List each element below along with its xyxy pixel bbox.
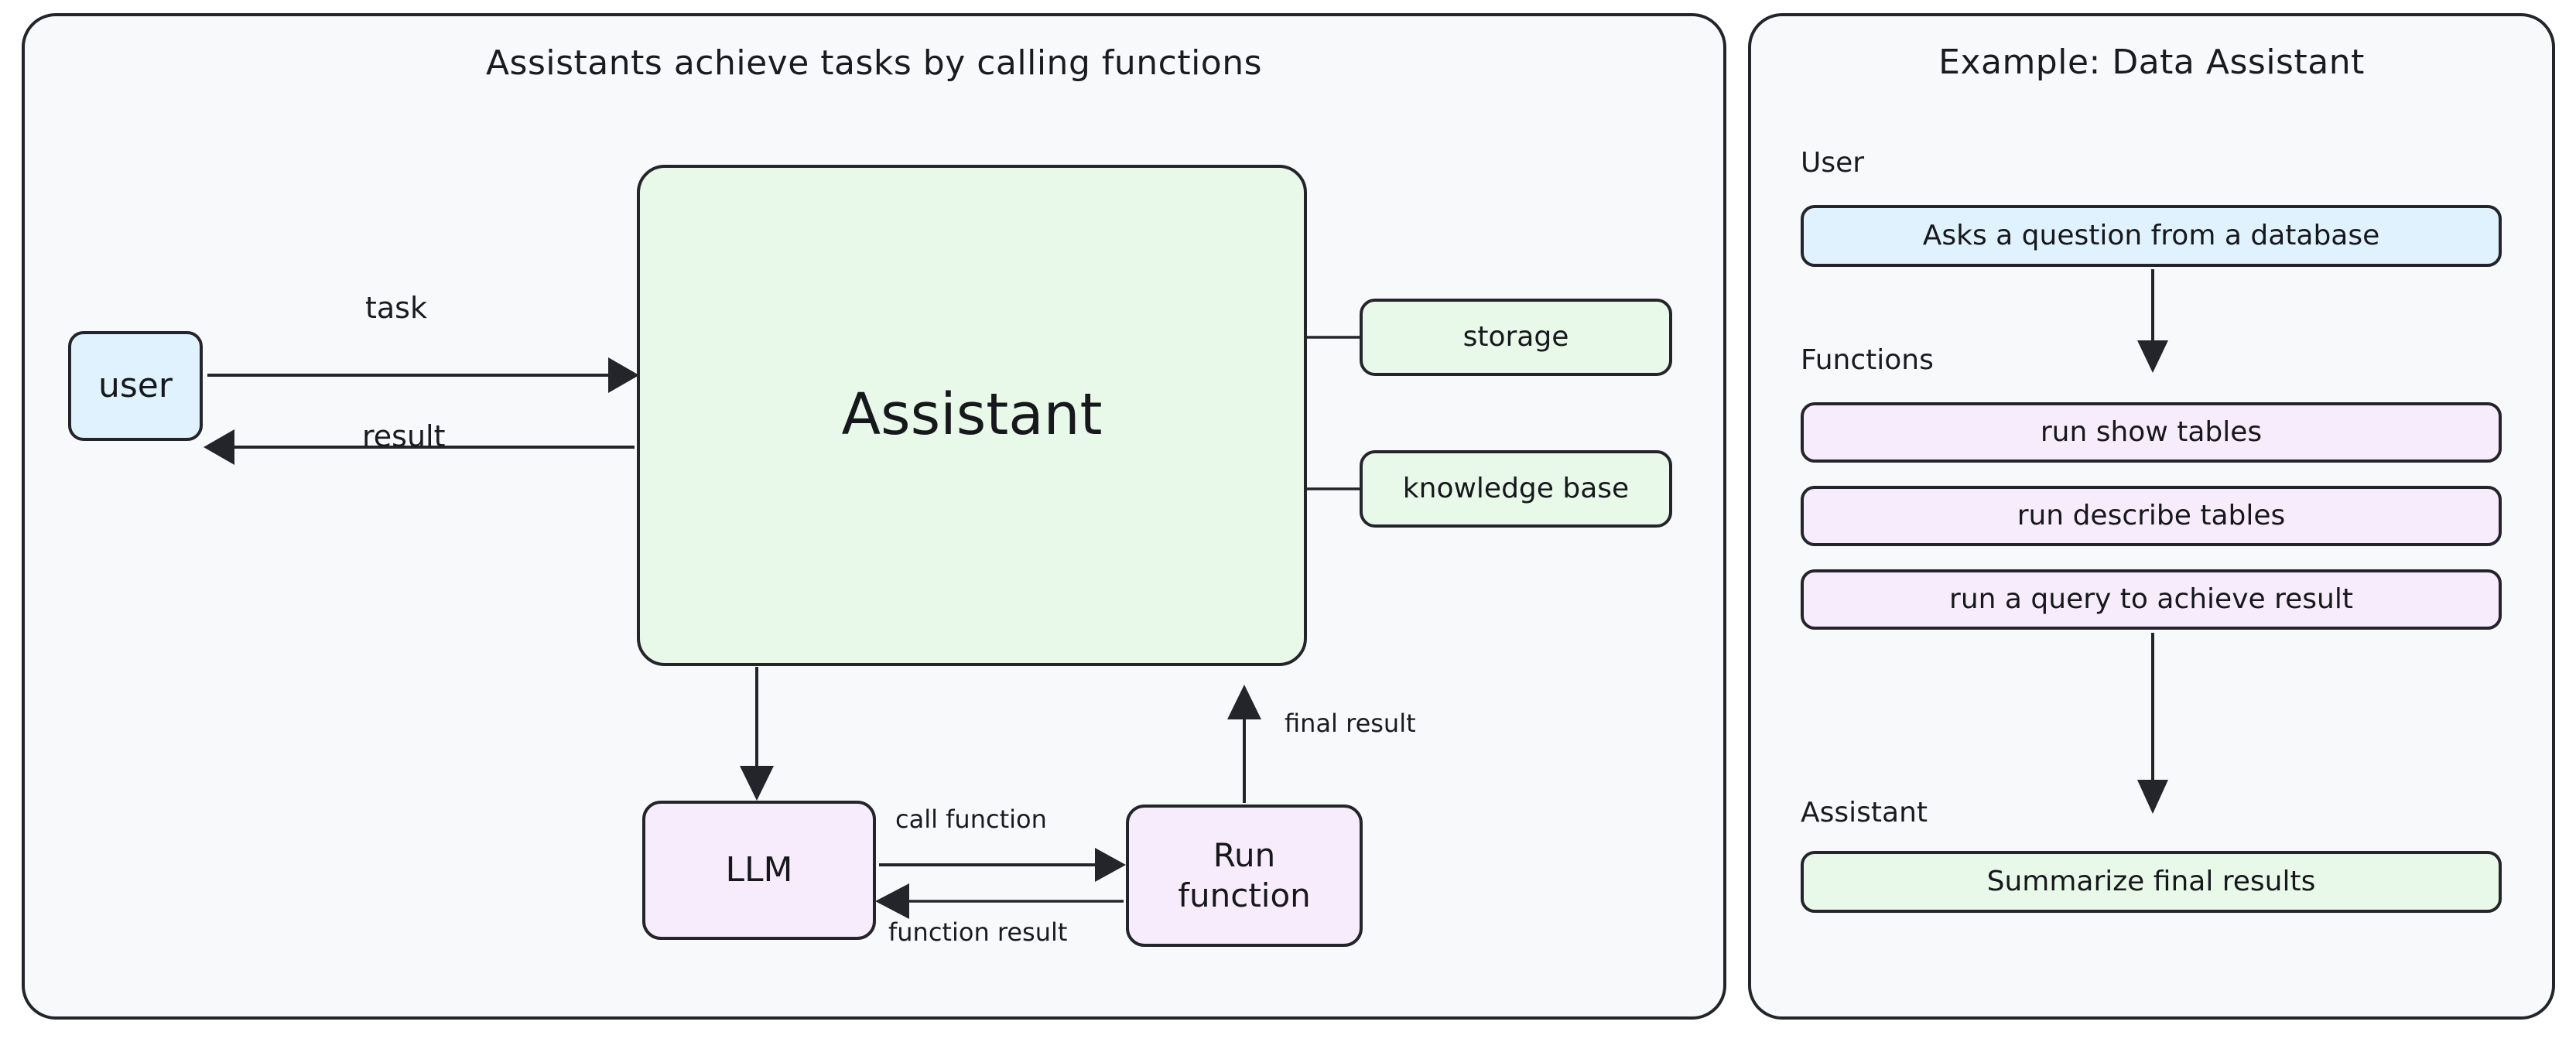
edge-label-result: result	[362, 419, 446, 453]
edge-label-call-function: call function	[895, 805, 1047, 834]
node-storage-label: storage	[1462, 320, 1569, 353]
node-assistant-label: Assistant	[841, 381, 1103, 449]
diagram-canvas: Assistants achieve tasks by calling func…	[0, 0, 2576, 1042]
node-user[interactable]: user	[68, 331, 203, 441]
node-function-1-label: run show tables	[2040, 415, 2263, 448]
node-llm-label: LLM	[725, 850, 793, 890]
edge-label-function-result: function result	[888, 917, 1068, 947]
section-label-assistant: Assistant	[1801, 797, 1928, 828]
node-function-2-label: run describe tables	[2017, 499, 2286, 531]
edge-label-task: task	[365, 291, 427, 325]
node-assistant[interactable]: Assistant	[637, 165, 1307, 666]
left-panel-title: Assistants achieve tasks by calling func…	[485, 43, 1263, 83]
node-function-3-label: run a query to achieve result	[1949, 582, 2353, 615]
node-run-function-label-line2: function	[1178, 876, 1311, 914]
node-user-label: user	[98, 366, 173, 406]
node-function-run-query[interactable]: run a query to achieve result	[1801, 569, 2502, 630]
node-run-function[interactable]: Run function	[1126, 805, 1363, 947]
node-function-run-show-tables[interactable]: run show tables	[1801, 402, 2502, 463]
node-knowledge-base-label: knowledge base	[1402, 472, 1630, 504]
node-user-question[interactable]: Asks a question from a database	[1801, 205, 2502, 267]
node-summarize-label: Summarize final results	[1986, 865, 2316, 897]
node-run-function-label-line1: Run	[1213, 836, 1276, 875]
right-panel-title: Example: Data Assistant	[1938, 43, 2365, 82]
node-summarize-final-results[interactable]: Summarize final results	[1801, 851, 2502, 913]
section-label-user: User	[1801, 147, 1865, 179]
edge-label-final-result: final result	[1285, 709, 1416, 738]
section-label-functions: Functions	[1801, 344, 1934, 376]
node-storage[interactable]: storage	[1360, 299, 1672, 376]
node-knowledge-base[interactable]: knowledge base	[1360, 450, 1672, 528]
node-user-question-label: Asks a question from a database	[1922, 219, 2380, 251]
node-llm[interactable]: LLM	[642, 801, 876, 940]
node-function-run-describe-tables[interactable]: run describe tables	[1801, 486, 2502, 546]
